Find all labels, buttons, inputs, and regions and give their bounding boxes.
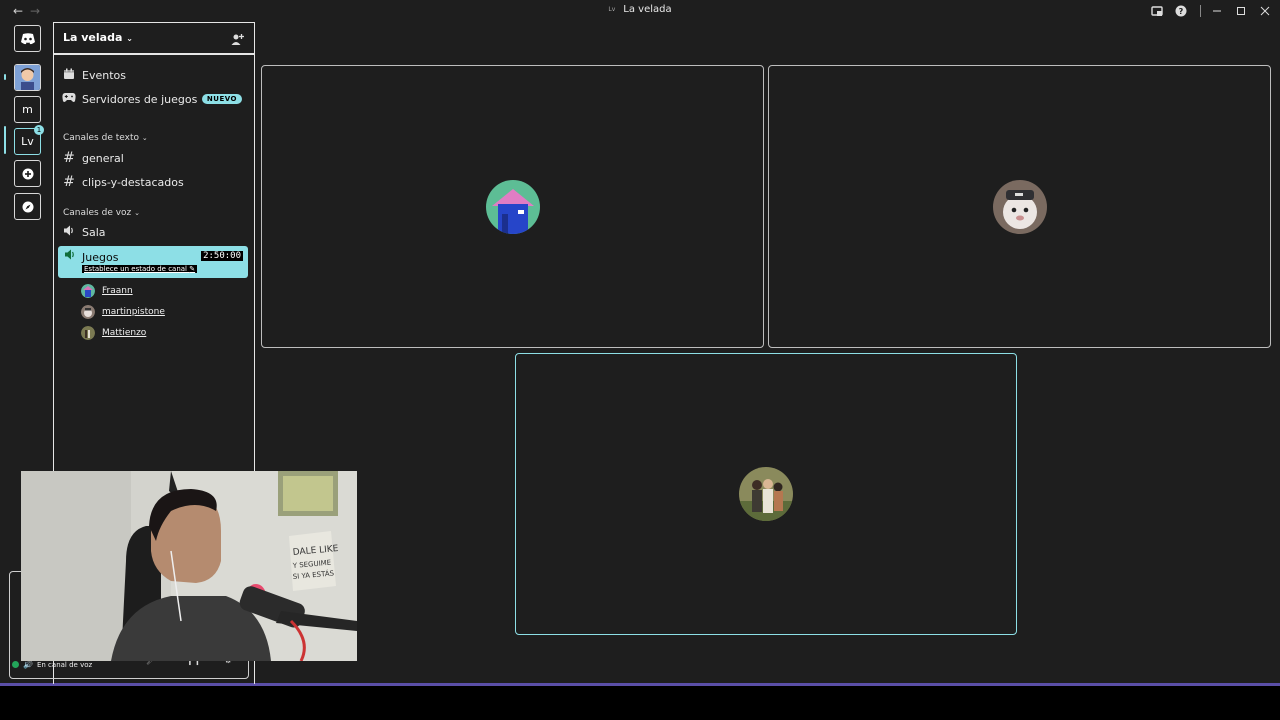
guild-header[interactable]: La velada ⌄ — [54, 23, 254, 55]
avatar — [81, 284, 95, 298]
notification-badge: 1 — [34, 125, 44, 135]
avatar — [992, 179, 1047, 234]
chevron-down-icon: ⌄ — [134, 209, 141, 217]
member-name: Fraann — [102, 286, 133, 296]
new-badge: NUEVO — [201, 94, 242, 104]
server-m-label: m — [22, 103, 33, 116]
webcam-overlay: DALE LIKE Y SEGUIME SI YA ESTÁS — [21, 471, 357, 661]
game-servers-item[interactable]: Servidores de juegos NUEVO — [62, 89, 248, 109]
compass-icon — [22, 201, 33, 212]
voice-member[interactable]: martinpistone — [81, 304, 165, 320]
window-title-icon: Lv — [608, 5, 616, 13]
voice-channel-juegos-label: Juegos — [82, 251, 119, 264]
calendar-icon — [62, 68, 76, 83]
voice-timer: 2:50:00 — [201, 251, 243, 261]
participant-tile-speaking[interactable] — [515, 353, 1017, 635]
speaker-icon — [64, 249, 76, 263]
title-bar: ← → Lv La velada ? — [0, 0, 1280, 22]
member-name: Mattienzo — [102, 328, 147, 338]
online-dot — [12, 661, 19, 668]
member-name: martinpistone — [102, 307, 165, 317]
gamepad-icon — [62, 92, 76, 106]
server-lv-label: Lv — [21, 135, 34, 148]
avatar — [81, 305, 95, 319]
voice-channel-sala[interactable]: Sala — [62, 222, 248, 242]
channel-clips[interactable]: # clips-y-destacados — [62, 172, 248, 192]
add-server-button[interactable] — [14, 160, 41, 187]
avatar — [485, 179, 540, 234]
active-server-indicator — [4, 126, 6, 154]
maximize-icon[interactable] — [1236, 2, 1246, 20]
pencil-icon: ✎ — [189, 265, 196, 273]
invite-people-icon[interactable] — [231, 31, 244, 50]
voice-status-text: En canal de voz — [36, 660, 93, 669]
set-channel-status[interactable]: Establece un estado de canal ✎ — [82, 265, 198, 273]
voice-channel-juegos[interactable]: Juegos 2:50:00 Establece un estado de ca… — [58, 246, 248, 278]
channel-general[interactable]: # general — [62, 148, 248, 168]
avatar — [15, 65, 40, 90]
voice-connection-status[interactable]: 🔊 En canal de voz — [12, 660, 92, 669]
hash-icon: # — [63, 150, 75, 166]
channel-status-text: Establece un estado de canal — [84, 265, 188, 273]
minimize-icon[interactable] — [1212, 2, 1222, 20]
server-la-velada[interactable]: Lv 1 — [14, 125, 44, 155]
participant-tile[interactable] — [261, 65, 764, 348]
discord-window: ← → Lv La velada ? m Lv 1 La velada ⌄ Ev… — [0, 0, 1280, 686]
hash-icon: # — [63, 174, 75, 190]
avatar — [81, 326, 95, 340]
voice-member[interactable]: Mattienzo — [81, 325, 146, 341]
guild-name-text: La velada — [63, 31, 123, 44]
voice-stage — [256, 22, 1280, 682]
server-m[interactable]: m — [14, 96, 41, 123]
voice-channel-sala-label: Sala — [82, 225, 106, 239]
channel-general-label: general — [82, 151, 124, 165]
guild-name: La velada ⌄ — [63, 31, 133, 44]
voice-channels-category[interactable]: Canales de voz ⌄ — [63, 208, 140, 218]
speaker-icon — [62, 225, 76, 239]
server-avatar[interactable] — [14, 64, 41, 91]
events-item[interactable]: Eventos — [62, 65, 248, 85]
window-title-text: La velada — [623, 4, 672, 15]
webcam-video-frame: DALE LIKE Y SEGUIME SI YA ESTÁS — [21, 471, 357, 661]
participant-tile[interactable] — [768, 65, 1271, 348]
unread-indicator — [4, 74, 6, 80]
speaker-icon: 🔊 — [23, 660, 33, 669]
channel-clips-label: clips-y-destacados — [82, 175, 184, 189]
close-icon[interactable] — [1260, 2, 1270, 20]
discover-button[interactable] — [14, 193, 41, 220]
discord-home-button[interactable] — [14, 25, 41, 52]
avatar — [739, 467, 793, 521]
title-divider — [1200, 5, 1201, 17]
svg-text:?: ? — [1179, 7, 1184, 16]
game-servers-label: Servidores de juegos — [82, 92, 198, 106]
plus-icon — [22, 168, 33, 179]
discord-logo-icon — [20, 32, 35, 44]
voice-category-label: Canales de voz — [63, 208, 132, 218]
inbox-icon[interactable] — [1151, 2, 1163, 20]
help-icon[interactable]: ? — [1175, 2, 1187, 20]
chevron-down-icon: ⌄ — [141, 134, 148, 142]
chevron-down-icon: ⌄ — [126, 34, 133, 43]
window-title: Lv La velada — [0, 4, 1280, 15]
text-category-label: Canales de texto — [63, 133, 139, 143]
events-label: Eventos — [82, 68, 126, 82]
text-channels-category[interactable]: Canales de texto ⌄ — [63, 133, 148, 143]
voice-member[interactable]: Fraann — [81, 283, 133, 299]
